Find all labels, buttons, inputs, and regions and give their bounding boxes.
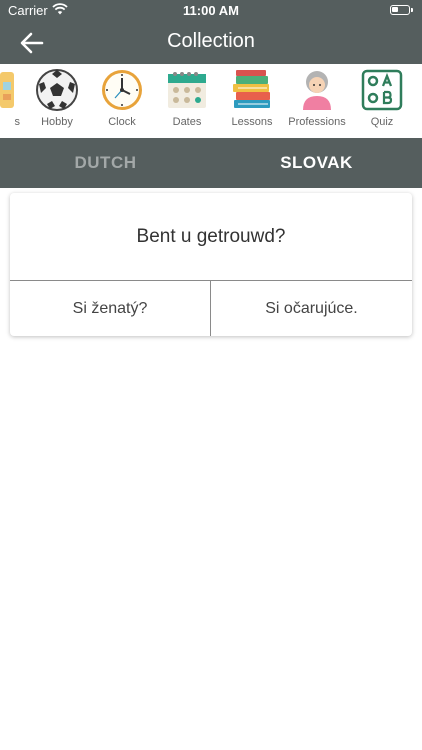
category-item-lessons[interactable]: Lessons	[220, 68, 284, 134]
category-label: Hobby	[41, 116, 73, 128]
category-label: s	[14, 116, 21, 128]
books-icon	[233, 70, 270, 108]
category-label: Quiz	[370, 116, 394, 128]
clock-icon	[102, 70, 142, 110]
person-icon	[303, 71, 331, 110]
calendar-icon	[168, 72, 206, 108]
status-time: 11:00 AM	[183, 3, 239, 18]
partial-icon	[0, 72, 14, 108]
battery-icon	[390, 5, 413, 15]
nav-bar: Collection	[0, 22, 422, 64]
category-item-clock[interactable]: Clock	[90, 68, 154, 134]
category-strip[interactable]: s Hobby Clock Dates Lessons Professions …	[0, 64, 422, 138]
language-tabs: DUTCH SLOVAK	[0, 138, 422, 188]
tab-dutch[interactable]: DUTCH	[0, 138, 211, 188]
soccer-ball-icon	[36, 69, 78, 111]
status-bar: Carrier 11:00 AM	[0, 0, 422, 22]
category-label: Professions	[288, 116, 346, 128]
answer-option-1[interactable]: Si ženatý?	[10, 281, 211, 336]
category-label: Clock	[108, 116, 136, 128]
category-item-quiz[interactable]: Quiz	[350, 68, 414, 134]
page-title: Collection	[167, 30, 255, 52]
category-label: Lessons	[231, 116, 273, 128]
quiz-abc-icon	[361, 69, 403, 111]
category-label: Dates	[172, 116, 202, 128]
category-item-dates[interactable]: Dates	[155, 68, 219, 134]
question-text: Bent u getrouwd?	[10, 193, 412, 281]
category-item-professions[interactable]: Professions	[285, 68, 349, 134]
quiz-card: Bent u getrouwd? Si ženatý? Si očarujúce…	[10, 193, 412, 336]
answer-option-2[interactable]: Si očarujúce.	[211, 281, 412, 336]
category-item-partial[interactable]: s	[0, 68, 24, 134]
category-item-hobby[interactable]: Hobby	[25, 68, 89, 134]
tab-slovak[interactable]: SLOVAK	[211, 138, 422, 188]
